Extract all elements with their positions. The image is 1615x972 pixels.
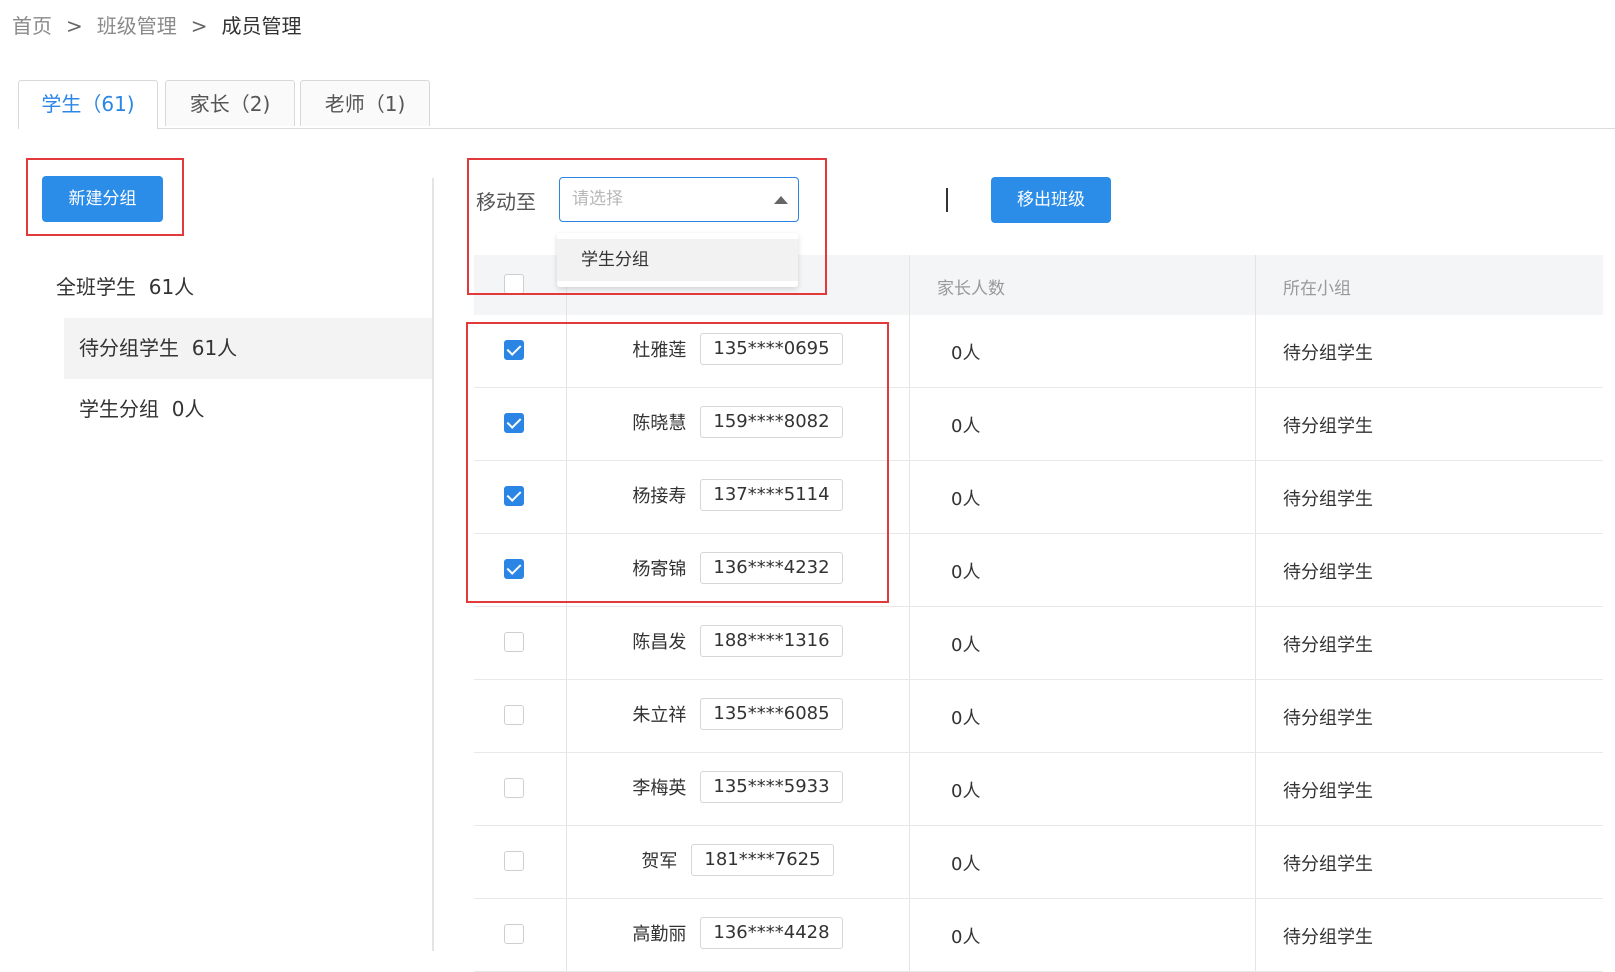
student-phone: 136****4428 [700,917,843,949]
breadcrumb-class-management[interactable]: 班级管理 [97,14,177,38]
student-name: 李梅英 [632,778,687,799]
remove-from-class-button[interactable]: 移出班级 [991,177,1111,223]
parent-count: 0人 [951,343,981,364]
table-body: 杜雅莲 135****0695 0人 待分组学生 陈晓慧 159****8082 0人 待分组… [474,315,1603,972]
table-row[interactable]: 杨接寿 137****5114 0人 待分组学生 [474,461,1603,534]
student-name: 陈晓慧 [632,413,687,434]
table-row[interactable]: 陈昌发 188****1316 0人 待分组学生 [474,607,1603,680]
student-group: 待分组学生 [1283,416,1373,437]
student-phone: 159****8082 [700,406,843,438]
student-name: 杨寄锦 [632,559,687,580]
row-checkbox[interactable] [504,413,524,433]
move-to-label: 移动至 [476,190,536,214]
tab-teachers[interactable]: 老师（1) [300,80,430,126]
group-count: 61人 [148,275,195,299]
header-group: 所在小组 [1283,279,1351,299]
breadcrumb-current: 成员管理 [221,14,302,38]
parent-count: 0人 [951,489,981,510]
group-item-student-groups[interactable]: 学生分组 0人 [64,379,432,440]
row-checkbox[interactable] [504,486,524,506]
group-label: 待分组学生 [79,336,179,360]
row-checkbox[interactable] [504,340,524,360]
group-count: 61人 [191,336,238,360]
table-row[interactable]: 朱立祥 135****6085 0人 待分组学生 [474,680,1603,753]
group-item-all[interactable]: 全班学生 61人 [18,257,432,318]
student-phone: 136****4232 [700,552,843,584]
student-phone: 181****7625 [691,844,834,876]
table-row[interactable]: 杜雅莲 135****0695 0人 待分组学生 [474,315,1603,388]
group-label: 全班学生 [56,275,136,299]
header-parents: 家长人数 [937,279,1005,299]
table-row[interactable]: 杨寄锦 136****4232 0人 待分组学生 [474,534,1603,607]
student-name: 朱立祥 [632,705,687,726]
toolbar-divider [946,188,948,212]
tab-parents[interactable]: 家长（2) [165,80,295,126]
student-table: 家长人数 所在小组 杜雅莲 135****0695 0人 待分组学生 陈晓慧 159***… [474,255,1603,972]
table-row[interactable]: 陈晓慧 159****8082 0人 待分组学生 [474,388,1603,461]
table-row[interactable]: 李梅英 135****5933 0人 待分组学生 [474,753,1603,826]
student-phone: 188****1316 [700,625,843,657]
student-group: 待分组学生 [1283,343,1373,364]
select-all-checkbox[interactable] [504,274,524,294]
breadcrumb-separator: > [66,14,83,38]
row-checkbox[interactable] [504,705,524,725]
student-group: 待分组学生 [1283,781,1373,802]
parent-count: 0人 [951,781,981,802]
select-placeholder: 请选择 [572,189,623,209]
parent-count: 0人 [951,854,981,875]
student-name: 高勤丽 [632,924,687,945]
table-row[interactable]: 高勤丽 136****4428 0人 待分组学生 [474,899,1603,972]
dropdown-option-student-groups[interactable]: 学生分组 [557,239,798,281]
student-group: 待分组学生 [1283,927,1373,948]
parent-count: 0人 [951,927,981,948]
member-tabs: 学生（61) 家长（2) 老师（1) [18,80,1615,129]
group-panel: 新建分组 全班学生 61人 待分组学生 61人 学生分组 0人 [18,152,432,951]
parent-count: 0人 [951,708,981,729]
row-checkbox[interactable] [504,559,524,579]
new-group-button[interactable]: 新建分组 [42,176,163,222]
breadcrumb-home[interactable]: 首页 [12,14,52,38]
row-checkbox[interactable] [504,851,524,871]
tab-students[interactable]: 学生（61) [18,80,158,129]
student-group: 待分组学生 [1283,854,1373,875]
student-name: 杜雅莲 [632,340,687,361]
parent-count: 0人 [951,562,981,583]
move-to-dropdown: 学生分组 [557,233,798,287]
student-phone: 137****5114 [700,479,843,511]
row-checkbox[interactable] [504,778,524,798]
table-row[interactable]: 贺军 181****7625 0人 待分组学生 [474,826,1603,899]
group-item-ungrouped[interactable]: 待分组学生 61人 [64,318,432,379]
group-label: 学生分组 [79,397,159,421]
caret-up-icon [774,196,788,204]
student-group: 待分组学生 [1283,489,1373,510]
parent-count: 0人 [951,635,981,656]
row-checkbox[interactable] [504,924,524,944]
breadcrumb-separator: > [190,14,208,38]
student-group: 待分组学生 [1283,635,1373,656]
student-phone: 135****6085 [700,698,843,730]
student-group: 待分组学生 [1283,562,1373,583]
student-group: 待分组学生 [1283,708,1373,729]
student-name: 杨接寿 [632,486,687,507]
student-name: 陈昌发 [632,632,687,653]
group-list: 全班学生 61人 待分组学生 61人 学生分组 0人 [18,257,432,440]
panel-divider [432,178,434,951]
breadcrumb: 首页 > 班级管理 > 成员管理 [12,10,302,39]
row-checkbox[interactable] [504,632,524,652]
move-to-select[interactable]: 请选择 [559,177,799,222]
group-count: 0人 [171,397,205,421]
student-phone: 135****0695 [700,333,843,365]
parent-count: 0人 [951,416,981,437]
student-name: 贺军 [641,851,678,872]
student-phone: 135****5933 [700,771,843,803]
